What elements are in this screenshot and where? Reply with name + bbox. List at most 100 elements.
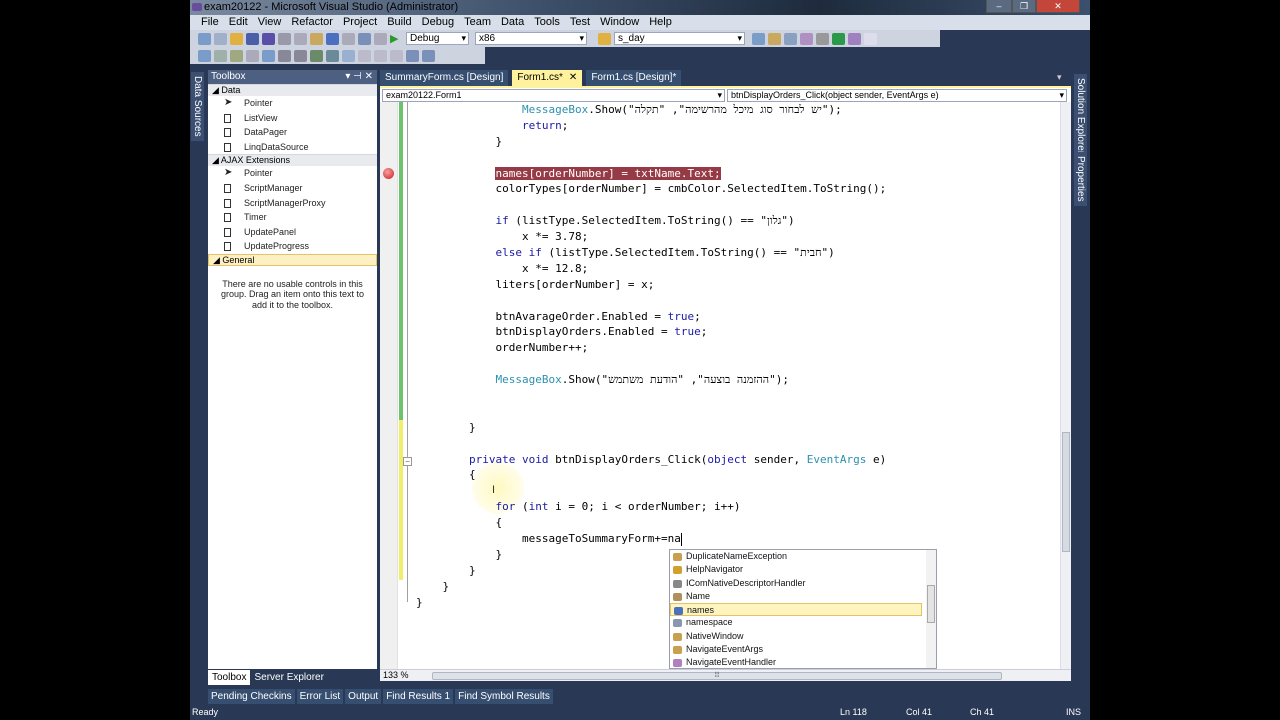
toolbox-item[interactable]: UpdateProgress: [208, 239, 377, 254]
extension-manager-icon[interactable]: [848, 32, 861, 45]
outdent-icon[interactable]: [262, 49, 275, 62]
menu-build[interactable]: Build: [382, 15, 416, 30]
toolbox-item[interactable]: Timer: [208, 210, 377, 225]
indicator-margin[interactable]: [380, 102, 398, 669]
document-tab[interactable]: Form1.cs [Design]*: [586, 70, 682, 86]
tab-output[interactable]: Output: [345, 689, 382, 704]
prev-bookmark-icon[interactable]: [358, 49, 371, 62]
new-project-icon[interactable]: [198, 32, 211, 45]
completion-item[interactable]: IComNativeDescriptorHandler: [670, 577, 922, 590]
completion-item[interactable]: DuplicateNameException: [670, 550, 922, 563]
find-combo[interactable]: s_day: [614, 32, 745, 45]
member-dropdown[interactable]: btnDisplayOrders_Click(object sender, Ev…: [727, 89, 1067, 102]
quick-info-icon[interactable]: [230, 49, 243, 62]
toolbox-item[interactable]: DataPager: [208, 125, 377, 140]
add-item-icon[interactable]: [214, 32, 227, 45]
parameter-info-icon[interactable]: [214, 49, 227, 62]
toolbox-item[interactable]: ScriptManagerProxy: [208, 196, 377, 211]
cut-icon[interactable]: [278, 32, 291, 45]
completion-item[interactable]: HelpNavigator: [670, 563, 922, 576]
open-icon[interactable]: [230, 32, 243, 45]
menu-team[interactable]: Team: [459, 15, 496, 30]
tab-find-results-1[interactable]: Find Results 1: [383, 689, 454, 704]
menu-view[interactable]: View: [253, 15, 287, 30]
menu-project[interactable]: Project: [338, 15, 382, 30]
undo-icon[interactable]: [326, 32, 339, 45]
save-icon[interactable]: [246, 32, 259, 45]
properties-icon[interactable]: [768, 32, 781, 45]
toolbox-item[interactable]: ➤ Pointer: [208, 166, 377, 181]
start-page-icon[interactable]: [832, 32, 845, 45]
bookmark-icon[interactable]: [342, 49, 355, 62]
toolbox-item[interactable]: ScriptManager: [208, 181, 377, 196]
tab-server-explorer[interactable]: Server Explorer: [250, 670, 327, 685]
collapse-icon[interactable]: −: [403, 457, 412, 466]
completion-item[interactable]: namespace: [670, 616, 922, 629]
close-button[interactable]: ✕: [1036, 0, 1080, 13]
next-bookmark-icon[interactable]: [374, 49, 387, 62]
tab-overflow-chevron-icon[interactable]: ▾: [1057, 72, 1062, 83]
decrease-indent-icon[interactable]: [278, 49, 291, 62]
type-dropdown[interactable]: exam20122.Form1: [382, 89, 725, 102]
solution-explorer-tab[interactable]: Solution Explorer: [1074, 74, 1087, 159]
zoom-level[interactable]: 133 %: [383, 670, 409, 681]
toolbox-item[interactable]: LinqDataSource: [208, 140, 377, 155]
comment-icon[interactable]: [310, 49, 323, 62]
menu-window[interactable]: Window: [595, 15, 644, 30]
toolbox-icon[interactable]: [800, 32, 813, 45]
paste-icon[interactable]: [310, 32, 323, 45]
document-tab[interactable]: Form1.cs* ✕: [512, 70, 583, 86]
toolbox-window-controls[interactable]: ▾ ⊣ ✕: [345, 70, 373, 84]
toolbox-item[interactable]: UpdatePanel: [208, 225, 377, 240]
code-text[interactable]: MessageBox.Show("יש לבחור סוג מיכל מהרשי…: [416, 102, 886, 611]
menu-tools[interactable]: Tools: [529, 15, 565, 30]
copy-icon[interactable]: [294, 32, 307, 45]
tab-toolbox[interactable]: Toolbox: [208, 670, 251, 685]
toolbox-category[interactable]: ◢ Data: [208, 84, 377, 96]
completion-item[interactable]: NavigateEventHandler: [670, 656, 922, 669]
config-select[interactable]: Debug: [406, 32, 469, 45]
toolbox-category[interactable]: ◢ General: [208, 253, 377, 266]
menu-data[interactable]: Data: [496, 15, 529, 30]
vertical-scrollbar[interactable]: [1060, 102, 1071, 669]
minimize-button[interactable]: –: [986, 0, 1012, 13]
document-tab[interactable]: SummaryForm.cs [Design]: [380, 70, 509, 86]
intellisense-scrollbar[interactable]: [926, 550, 936, 668]
completion-item[interactable]: NativeWindow: [670, 630, 922, 643]
menu-debug[interactable]: Debug: [417, 15, 459, 30]
completion-item[interactable]: Name: [670, 590, 922, 603]
completion-item[interactable]: names: [670, 603, 922, 617]
start-debugging-icon[interactable]: ▶: [390, 33, 403, 45]
menu-file[interactable]: File: [196, 15, 224, 30]
tab-error-list[interactable]: Error List: [296, 689, 344, 704]
next-bookmark-folder-icon[interactable]: [406, 49, 419, 62]
object-browser-icon[interactable]: [784, 32, 797, 45]
clear-bookmarks-icon[interactable]: [422, 49, 435, 62]
increase-indent-icon[interactable]: [294, 49, 307, 62]
solution-explorer-icon[interactable]: [752, 32, 765, 45]
tools-icon[interactable]: [816, 32, 829, 45]
menu-edit[interactable]: Edit: [224, 15, 253, 30]
menu-test[interactable]: Test: [565, 15, 595, 30]
toolbox-item[interactable]: ListView: [208, 111, 377, 126]
toolbox-item[interactable]: ➤ Pointer: [208, 96, 377, 111]
properties-tab[interactable]: Properties: [1074, 152, 1087, 206]
horizontal-scrollbar[interactable]: 133 % ⦙⦙⦙: [380, 669, 1071, 681]
platform-select[interactable]: x86: [475, 32, 587, 45]
navigate-icon[interactable]: [358, 32, 371, 45]
member-list-icon[interactable]: [198, 49, 211, 62]
command-window-icon[interactable]: [864, 32, 877, 45]
prev-bookmark-folder-icon[interactable]: [390, 49, 403, 62]
menu-help[interactable]: Help: [644, 15, 677, 30]
close-tab-icon[interactable]: ✕: [569, 72, 577, 83]
tab-pending-checkins[interactable]: Pending Checkins: [208, 689, 295, 704]
completion-item[interactable]: NavigateEventArgs: [670, 643, 922, 656]
menu-refactor[interactable]: Refactor: [286, 15, 338, 30]
data-sources-tab[interactable]: Data Sources: [191, 72, 204, 141]
complete-word-icon[interactable]: [246, 49, 259, 62]
uncomment-icon[interactable]: [326, 49, 339, 62]
restore-button[interactable]: ❐: [1012, 0, 1036, 13]
tab-find-symbol-results[interactable]: Find Symbol Results: [455, 689, 553, 704]
toolbox-category[interactable]: ◢ AJAX Extensions: [208, 154, 377, 167]
breakpoint-icon[interactable]: [383, 168, 394, 179]
